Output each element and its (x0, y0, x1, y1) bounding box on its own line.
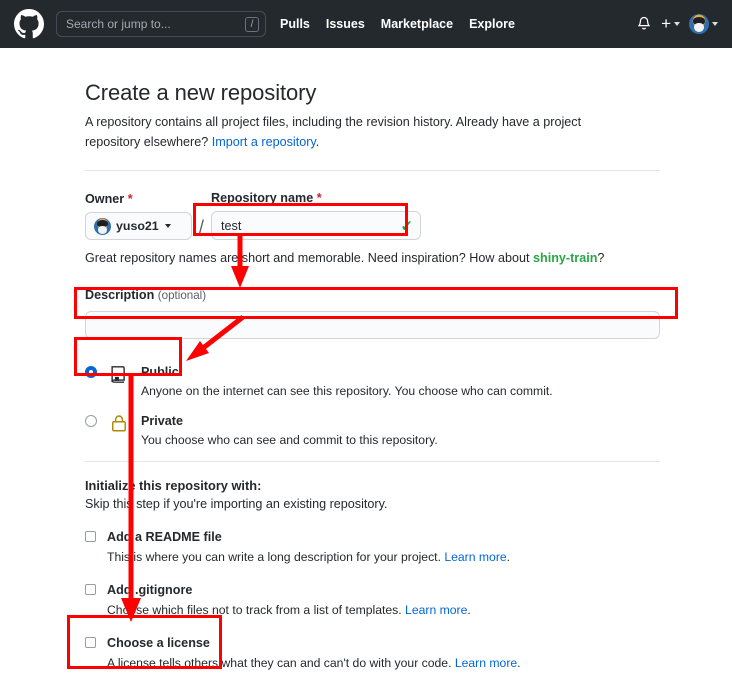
search-shortcut-key: / (245, 16, 259, 32)
visibility-private-title: Private (141, 414, 184, 429)
repo-book-icon (109, 364, 131, 389)
initialize-heading: Initialize this repository with: (85, 478, 262, 494)
license-learn-more-link[interactable]: Learn more (455, 656, 517, 670)
repository-name-hint: Great repository names are short and mem… (85, 251, 660, 265)
suggested-name: shiny-train (533, 251, 598, 266)
divider-top (85, 170, 660, 172)
header-right-actions: + (636, 14, 718, 34)
user-menu-button[interactable] (689, 14, 718, 34)
visibility-private-text: Private You choose who can see and commi… (141, 412, 438, 447)
gitignore-description: Choose which files not to track from a l… (107, 603, 471, 617)
owner-dropdown-button[interactable]: yuso21 (85, 212, 192, 241)
check-icon: ✓ (400, 218, 414, 236)
divider-middle (85, 461, 660, 463)
visibility-public-text: Public Anyone on the internet can see th… (141, 363, 553, 398)
description-label-text: Description (85, 288, 155, 303)
repository-name-label-text: Repository name (211, 191, 314, 206)
plus-icon: + (661, 14, 671, 33)
gitignore-period: . (467, 603, 471, 618)
owner-name-separator: / (199, 217, 205, 238)
description-input[interactable] (85, 311, 660, 340)
chevron-down-icon (712, 22, 718, 26)
license-period: . (517, 656, 521, 671)
required-mark: * (127, 192, 133, 207)
hint-prefix: Great repository names are short and mem… (85, 251, 534, 266)
main-content: Create a new repository A repository con… (0, 48, 732, 673)
repository-name-label: Repository name * (211, 191, 421, 205)
radio-private[interactable] (85, 415, 97, 428)
chevron-down-icon (164, 224, 171, 229)
bell-icon[interactable] (636, 16, 652, 32)
radio-public[interactable] (85, 366, 97, 379)
initialize-item-gitignore[interactable]: Add .gitignore Choose which files not to… (85, 581, 660, 617)
gitignore-description-text: Choose which files not to track from a l… (107, 603, 406, 618)
owner-name-label: yuso21 (116, 219, 159, 234)
visibility-public-title: Public (141, 365, 179, 380)
description-optional-note: (optional) (157, 289, 207, 303)
owner-field: Owner * yuso21 (85, 192, 192, 241)
license-description-text: A license tells others what they can and… (107, 656, 455, 671)
visibility-option-private[interactable]: Private You choose who can see and commi… (85, 412, 660, 447)
checkbox-license[interactable] (85, 637, 96, 649)
readme-title: Add a README file (107, 530, 222, 545)
chevron-down-icon (674, 22, 680, 26)
lock-icon (109, 413, 131, 438)
readme-learn-more-link[interactable]: Learn more (444, 550, 506, 564)
checkbox-readme[interactable] (85, 531, 96, 543)
search-input[interactable]: Search or jump to... / (56, 11, 266, 37)
description-field: Description (optional) (85, 286, 660, 340)
owner-and-name-row: Owner * yuso21 / Repository name * ✓ (85, 191, 660, 241)
initialize-section: Initialize this repository with: Skip th… (85, 478, 660, 670)
import-repository-link[interactable]: Import a repository (212, 135, 316, 149)
nav-item-marketplace[interactable]: Marketplace (381, 17, 453, 31)
page-description-text: A repository contains all project files,… (85, 115, 582, 149)
nav-item-issues[interactable]: Issues (326, 17, 365, 31)
license-description: A license tells others what they can and… (107, 656, 521, 670)
github-new-repository-page: Search or jump to... / Pulls Issues Mark… (0, 0, 732, 673)
gitignore-learn-more-link[interactable]: Learn more (405, 603, 467, 617)
readme-period: . (506, 550, 511, 565)
visibility-option-public[interactable]: Public Anyone on the internet can see th… (85, 363, 660, 398)
initialize-item-license[interactable]: Choose a license A license tells others … (85, 634, 660, 670)
initialize-subheading: Skip this step if you're importing an ex… (85, 497, 388, 512)
hint-suffix: ? (597, 251, 605, 266)
page-description-period: . (315, 134, 320, 149)
user-avatar-icon (689, 14, 709, 34)
page-title: Create a new repository (85, 80, 317, 105)
top-header-bar: Search or jump to... / Pulls Issues Mark… (0, 0, 732, 48)
create-new-button[interactable]: + (661, 14, 680, 33)
initialize-item-readme[interactable]: Add a README file This is where you can … (85, 528, 660, 564)
gitignore-title: Add .gitignore (107, 583, 193, 598)
header-nav: Pulls Issues Marketplace Explore (280, 17, 515, 31)
readme-description-text: This is where you can write a long descr… (107, 550, 445, 565)
required-mark: * (316, 191, 322, 206)
visibility-options: Public Anyone on the internet can see th… (85, 363, 660, 447)
repository-name-input[interactable] (211, 211, 422, 241)
search-placeholder: Search or jump to... (66, 17, 171, 31)
repository-name-field: Repository name * ✓ (211, 191, 422, 241)
description-label: Description (optional) (85, 288, 206, 302)
visibility-public-description: Anyone on the internet can see this repo… (141, 384, 553, 399)
readme-description: This is where you can write a long descr… (107, 550, 510, 564)
license-title: Choose a license (107, 636, 210, 651)
owner-label-text: Owner (85, 192, 125, 207)
owner-label: Owner * (85, 192, 192, 206)
nav-item-explore[interactable]: Explore (469, 17, 515, 31)
nav-item-pulls[interactable]: Pulls (280, 17, 310, 31)
page-description: A repository contains all project files,… (85, 113, 615, 152)
github-logo-icon[interactable] (14, 9, 44, 39)
checkbox-gitignore[interactable] (85, 584, 96, 596)
owner-avatar-icon (94, 217, 111, 235)
visibility-private-description: You choose who can see and commit to thi… (141, 433, 438, 448)
